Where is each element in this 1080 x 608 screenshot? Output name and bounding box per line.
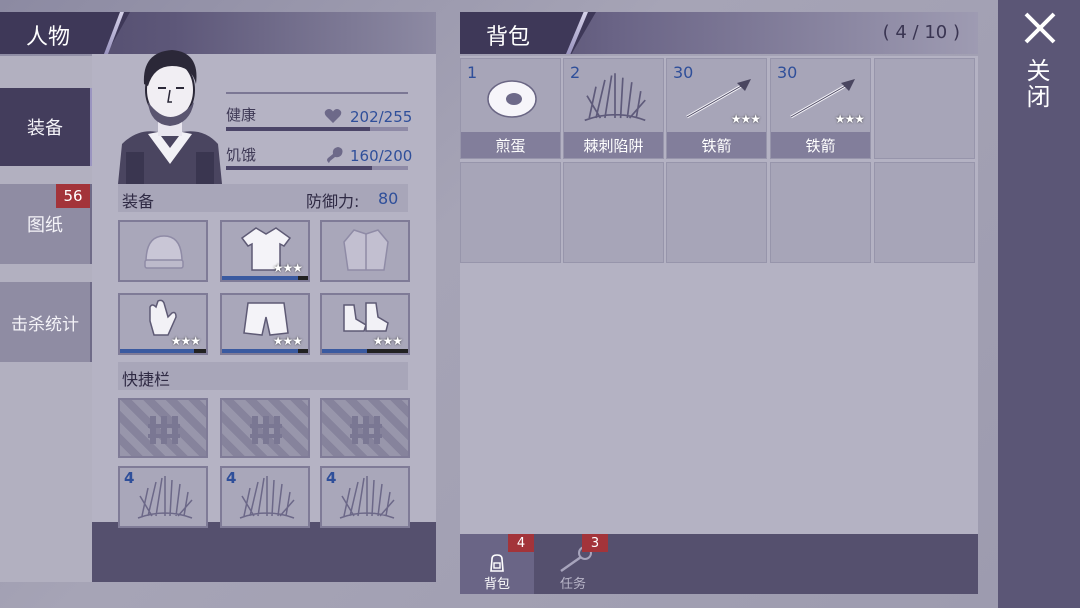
hunger-label: 饥饿 [226,146,257,164]
equip-legs-durability [222,349,308,353]
equip-legs-stars: ★★★ [272,334,303,348]
close-icon[interactable] [1022,10,1058,46]
bag-slot-4-stars: ★★★ [834,112,865,126]
blueprints-count-badge: 56 [56,184,90,208]
equipment-section-bar [118,184,408,212]
tab-blueprints[interactable]: 图纸 56 [0,184,92,264]
equip-legs-durability-fill [222,349,298,353]
thorn-trap-icon [339,476,395,519]
bag-slot-3-stars: ★★★ [730,112,761,126]
bag-slot-1-name: 煎蛋 [461,132,560,158]
quickbar-locked-slot [320,398,410,458]
bag-slot-3-name: 铁箭 [667,132,766,158]
bag-slot-4[interactable]: 30 ★★★ 铁箭 [770,58,871,159]
defense-value: 80 [378,189,399,208]
character-bottom-bar [92,522,436,582]
quickbar-slot-2[interactable]: 4 [220,466,310,528]
tab-kill-stats[interactable]: 击杀统计 [0,282,92,362]
equip-slot-outer[interactable] [320,220,410,282]
bag-slot-3[interactable]: 30 ★★★ 铁箭 [666,58,767,159]
footer-backpack-label: 背包 [483,577,510,592]
fence-icon [148,416,180,444]
equip-slot-hands[interactable]: ★★★ [118,293,208,355]
health-label: 健康 [226,106,257,124]
quickbar-locked-slot [118,398,208,458]
thorn-trap-icon [137,476,193,519]
beanie-icon [144,235,184,269]
close-label[interactable]: 关闭 [1022,58,1054,110]
equip-body-durability-fill [222,276,298,280]
coat-icon [343,229,389,271]
bag-slot-2-qty: 2 [570,63,581,82]
bag-capacity: ( 4 / 10 ) [882,22,960,43]
equip-body-stars: ★★★ [272,261,303,275]
equipment-label: 装备 [122,192,155,211]
bag-slot-empty[interactable] [563,162,664,263]
bag-slot-2[interactable]: 2 棘刺陷阱 [563,58,664,159]
equip-hands-stars: ★★★ [170,334,201,348]
hunger-value: 160/200 [350,147,413,165]
quickbar-locked-slot [220,398,310,458]
equip-slot-head[interactable] [118,220,208,282]
tab-kill-stats-label: 击杀统计 [11,314,79,335]
quickbar-slot-3[interactable]: 4 [320,466,410,528]
health-bar [226,127,408,131]
equip-feet-stars: ★★★ [372,334,403,348]
hunger-bar-fill [226,166,372,170]
bag-slot-1-qty: 1 [467,63,478,82]
hunger-bar [226,166,408,170]
equip-slot-body[interactable]: ★★★ [220,220,310,282]
bag-slot-empty[interactable] [874,162,975,263]
bag-slot-empty[interactable] [770,162,871,263]
bag-slot-1[interactable]: 1 煎蛋 [460,58,561,159]
quickbar-label: 快捷栏 [122,370,171,389]
tab-equipment[interactable]: 装备 [0,88,92,166]
defense-label: 防御力: [306,192,360,211]
tab-blueprints-label: 图纸 [27,215,63,236]
quickbar-slot-1[interactable]: 4 [118,466,208,528]
footer-tasks-label: 任务 [559,577,586,592]
health-value: 202/255 [350,108,413,126]
stats-divider [226,92,408,94]
boots-icon [343,302,389,332]
equip-body-durability [222,276,308,280]
quickbar-slot-2-qty: 4 [226,469,237,487]
equip-hands-durability [120,349,206,353]
fence-icon [250,416,282,444]
equip-feet-durability-fill [322,349,367,353]
fence-icon [350,416,382,444]
bag-slot-4-name: 铁箭 [771,132,870,158]
backpack-icon [490,554,504,572]
tab-equipment-label: 装备 [27,118,63,139]
backpack-count-badge: 4 [508,534,534,552]
character-title: 人物 [26,25,71,50]
thorn-trap-icon [239,476,295,519]
heart-icon [324,109,342,123]
equip-hands-durability-fill [120,349,194,353]
bag-slot-empty[interactable] [666,162,767,263]
drumstick-icon [327,147,343,163]
equip-feet-durability [322,349,408,353]
thorn-trap-icon [584,73,646,122]
bag-slot-empty[interactable] [874,58,975,159]
shorts-icon [243,302,289,336]
bag-slot-2-name: 棘刺陷阱 [564,132,663,158]
fried-egg-icon [487,80,537,118]
bag-title: 背包 [486,25,531,50]
equip-slot-legs[interactable]: ★★★ [220,293,310,355]
bag-slot-empty[interactable] [460,162,561,263]
health-bar-fill [226,127,370,131]
quickbar-slot-3-qty: 4 [326,469,337,487]
equip-slot-feet[interactable]: ★★★ [320,293,410,355]
character-portrait [118,50,222,184]
tasks-count-badge: 3 [582,534,608,552]
quickbar-slot-1-qty: 4 [124,469,135,487]
